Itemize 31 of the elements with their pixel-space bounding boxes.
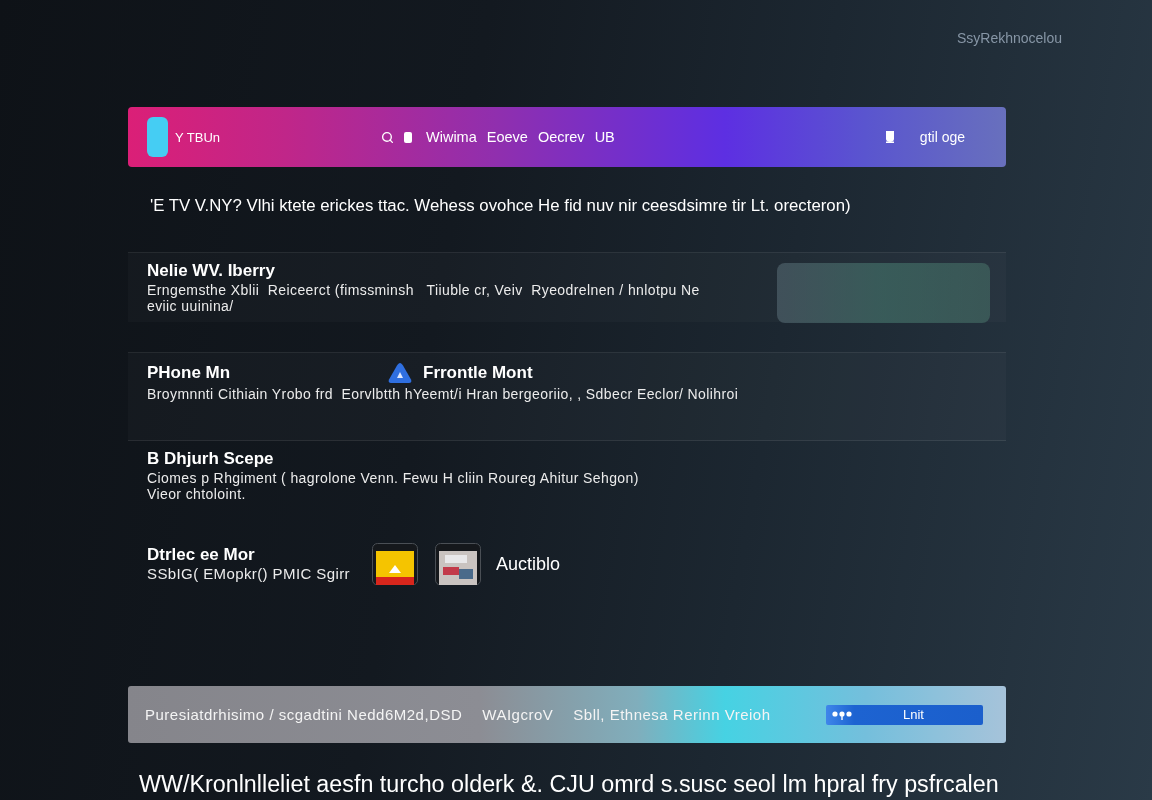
app-tile-icon[interactable]: [372, 543, 418, 585]
action-button[interactable]: Lnit: [826, 704, 983, 725]
bar-text: WAIgcroV: [482, 706, 554, 723]
cup-icon[interactable]: [885, 131, 894, 143]
row-description: Broymnnti Cithiain Yrobo frd Eorvlbtth hYeemt/i Hran bergeoriio, , Sdbecr Eeclor/ Nolihroi: [147, 386, 739, 402]
bar-text: Puresiatdrhisimo / scgadtini Nedd6M2d,DSD: [145, 706, 463, 723]
row-description: Ciomes p Rhgiment ( hagrolone Venn. Fewu H cliin Roureg Ahitur Sehgon) Vieor chtoloint.: [147, 470, 639, 502]
search-icon[interactable]: [381, 130, 394, 144]
row-title: PHone Mn: [147, 363, 231, 382]
bar-text: Sbll, Ethnesa Rerinn Vreioh: [573, 706, 771, 723]
row-title: B Dhjurh Scepe: [147, 450, 274, 468]
row-title: Dtrlec ee Mor: [147, 546, 255, 564]
app-label: Auctiblo: [496, 554, 561, 574]
row-description: SSbIG( EMopkr() PMIC Sgirr: [147, 566, 350, 582]
page-icon[interactable]: [404, 131, 412, 143]
nav-link[interactable]: Eoeve: [486, 129, 528, 145]
top-caption: SsyRekhnocelou: [956, 30, 1062, 46]
dots-icon: [832, 709, 852, 720]
photo-tile-icon[interactable]: [435, 543, 481, 585]
logo-text: Y TBUn: [175, 129, 221, 145]
footer-text: WW/Kronlnlleliet aesfn turcho olderk &. CJU omrd s.susc seol lm hpral fry psfrcalen: [139, 771, 1000, 798]
row-title: Nelie WV. Iberry: [147, 262, 275, 280]
row-description: Erngemsthe Xblii Reiceerct (fimssminsh Tiiuble cr, Veiv Ryeodrelnen / hnlotpu Ne eviic uuinina/: [147, 282, 700, 314]
logo-icon[interactable]: [147, 117, 168, 157]
app-label: Frrontle Mont: [423, 363, 533, 383]
nav-link[interactable]: Oecrev: [537, 129, 585, 145]
headline: 'E TV V.NY? Vlhi ktete erickes ttac. Wehess ovohce He fid nuv nir ceesdsimre tir Lt. orecteron): [150, 196, 851, 216]
nav-link[interactable]: UB: [594, 129, 615, 145]
account-label[interactable]: gtil oge: [919, 129, 965, 145]
triangle-icon: [388, 362, 412, 384]
nav-link[interactable]: Wiwima: [426, 129, 477, 145]
